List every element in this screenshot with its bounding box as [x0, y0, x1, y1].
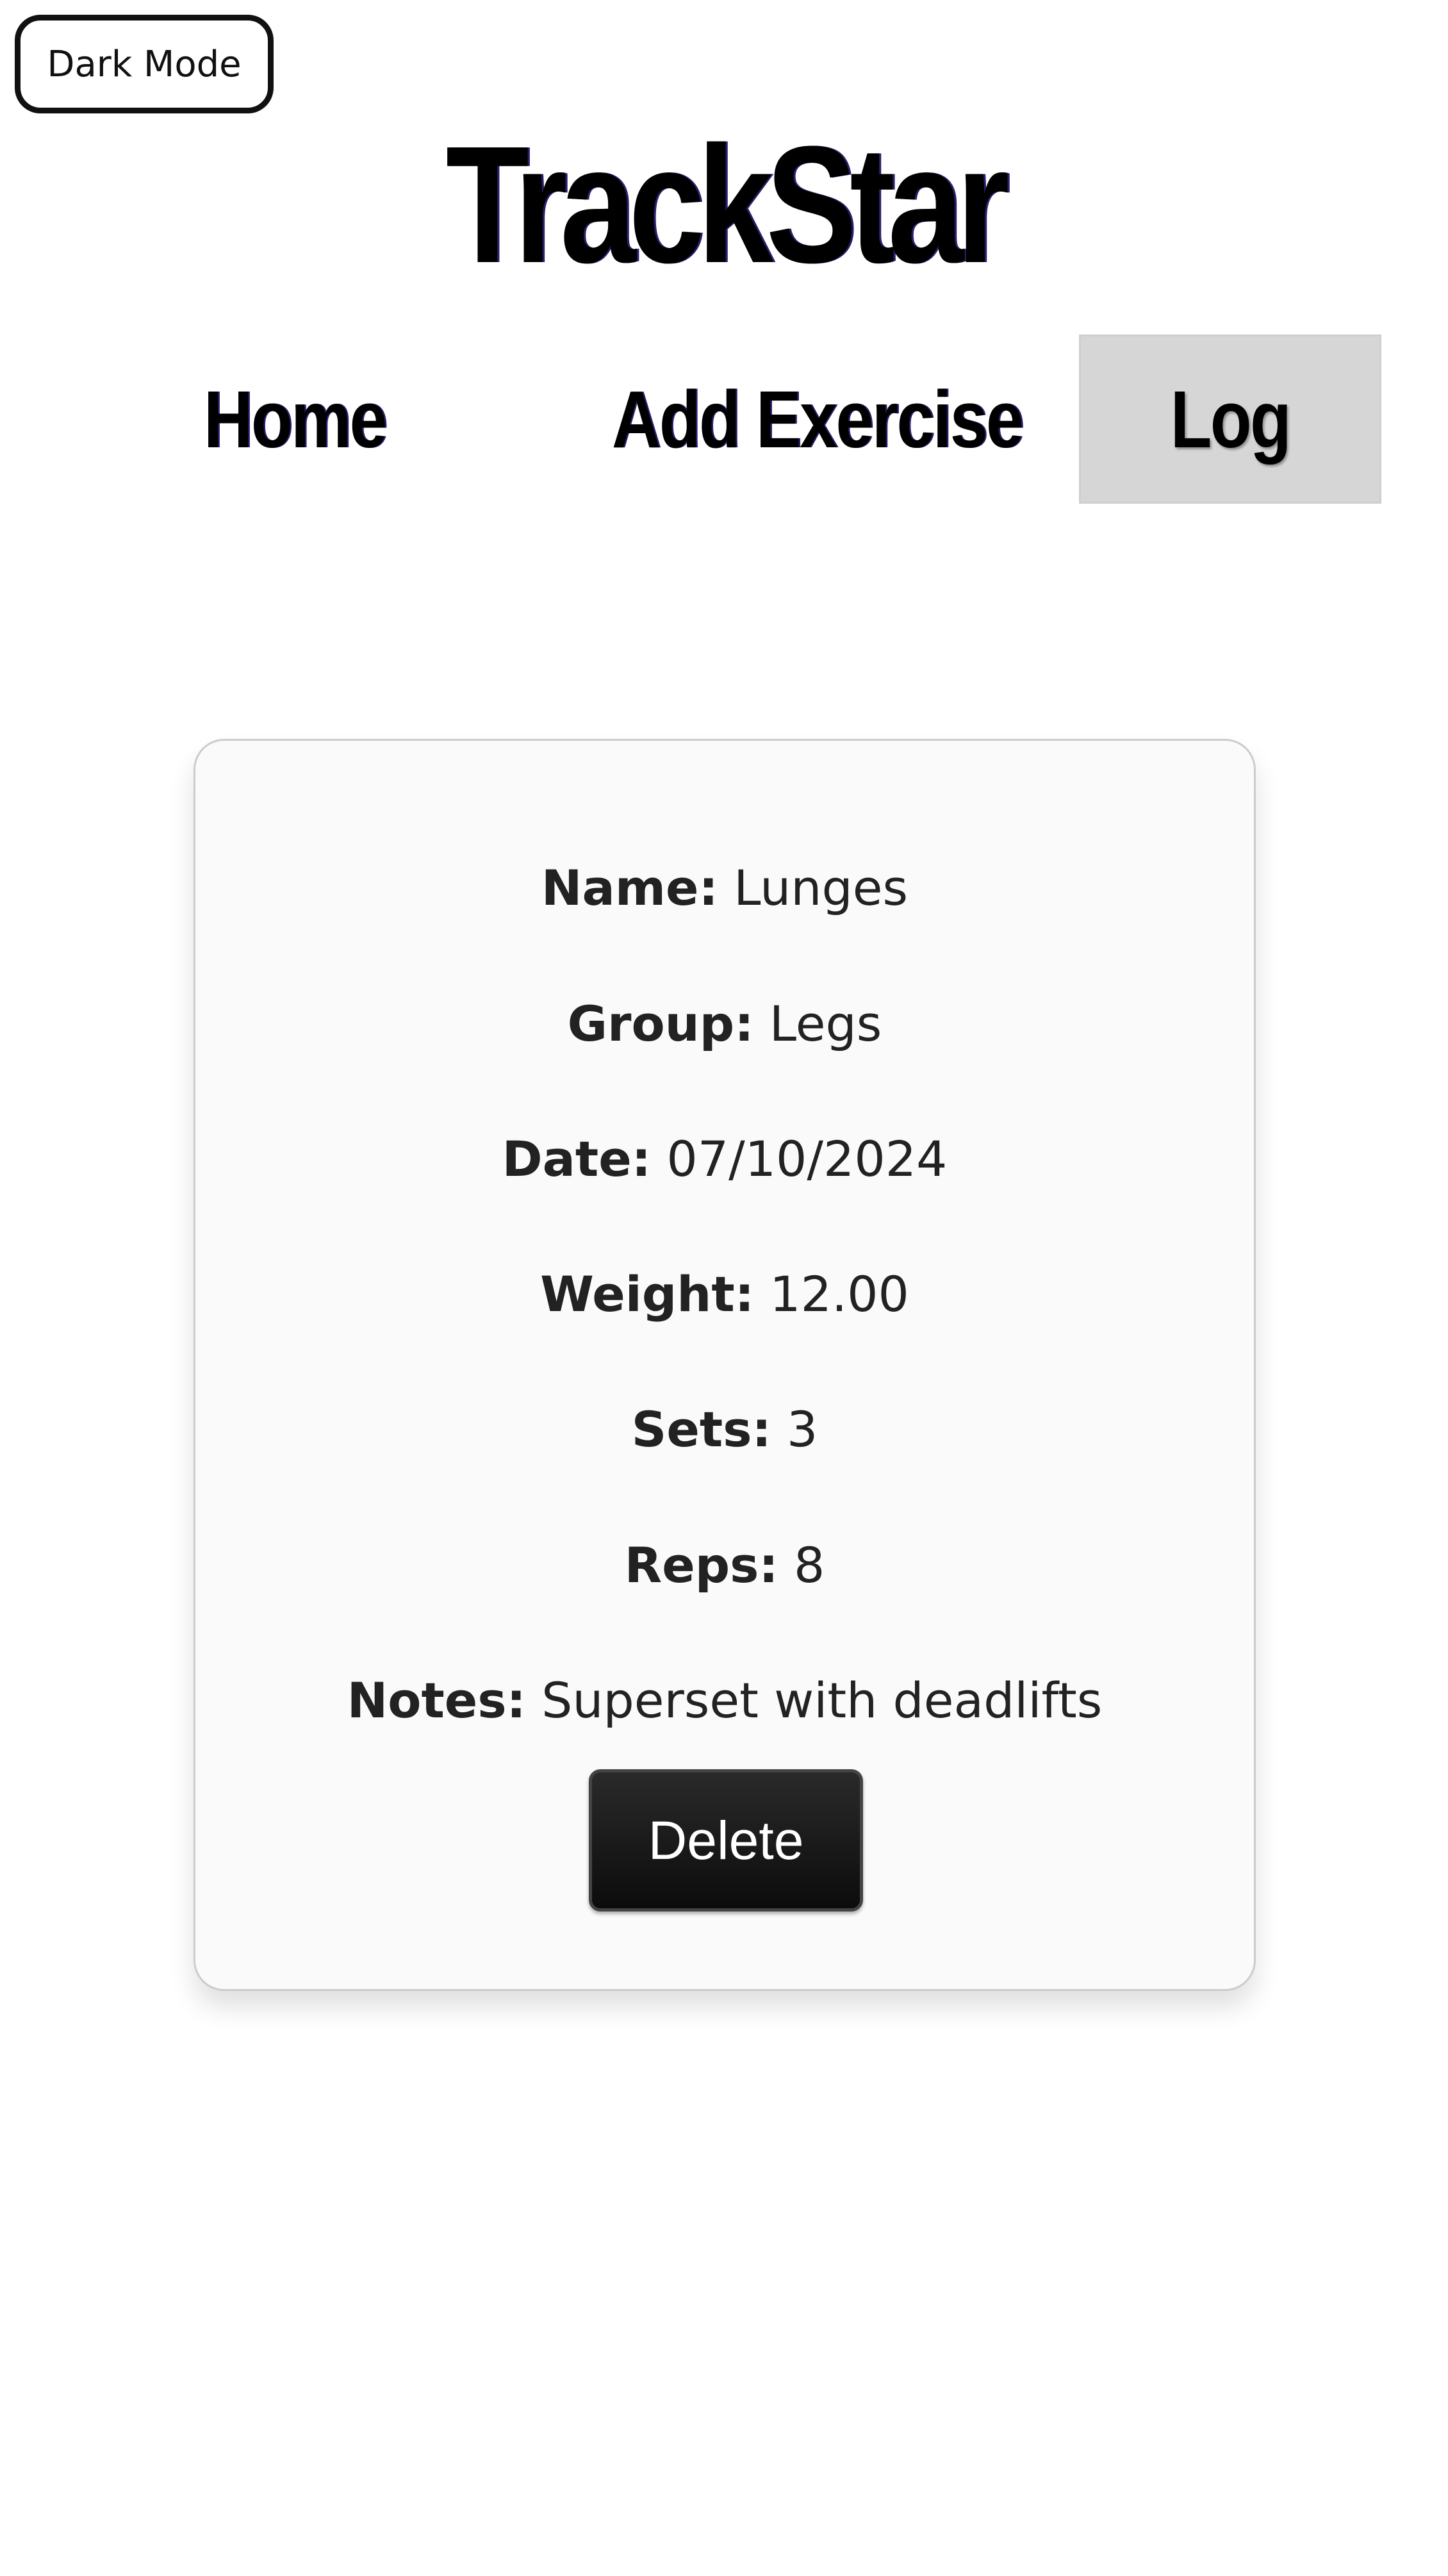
field-label: Weight: [540, 1266, 755, 1323]
nav-item-add-exercise[interactable]: Add Exercise [564, 334, 1070, 504]
field-value: Superset with deadlifts [541, 1672, 1103, 1729]
nav-item-label: Add Exercise [611, 374, 1024, 465]
group-field: Group: Legs [195, 992, 1254, 1056]
nav-item-label: Log [1170, 374, 1292, 465]
nav-item-label: Home [203, 374, 388, 465]
field-label: Name: [541, 859, 718, 916]
field-value: 8 [793, 1537, 825, 1594]
field-value: 12.00 [769, 1266, 909, 1323]
sets-field: Sets: 3 [195, 1398, 1254, 1462]
reps-field: Reps: 8 [195, 1533, 1254, 1598]
field-value: 07/10/2024 [666, 1130, 948, 1187]
field-value: Lunges [734, 859, 909, 916]
notes-field: Notes: Superset with deadlifts [195, 1669, 1254, 1733]
exercise-log-card: Name: Lunges Group: Legs Date: 07/10/202… [193, 739, 1256, 1991]
field-label: Date: [502, 1130, 652, 1187]
nav-item-log[interactable]: Log [1079, 334, 1381, 504]
name-field: Name: Lunges [195, 856, 1254, 920]
dark-mode-toggle-button[interactable]: Dark Mode [15, 15, 274, 113]
field-label: Reps: [624, 1537, 778, 1594]
field-label: Notes: [347, 1672, 526, 1729]
nav-item-home[interactable]: Home [186, 334, 404, 504]
app-logo-title: TrackStar [445, 112, 1010, 298]
weight-field: Weight: 12.00 [195, 1262, 1254, 1326]
date-field: Date: 07/10/2024 [195, 1127, 1254, 1191]
field-label: Group: [567, 995, 754, 1052]
delete-button[interactable]: Delete [589, 1769, 863, 1911]
field-value: 3 [787, 1401, 818, 1458]
field-label: Sets: [631, 1401, 771, 1458]
field-value: Legs [769, 995, 882, 1052]
